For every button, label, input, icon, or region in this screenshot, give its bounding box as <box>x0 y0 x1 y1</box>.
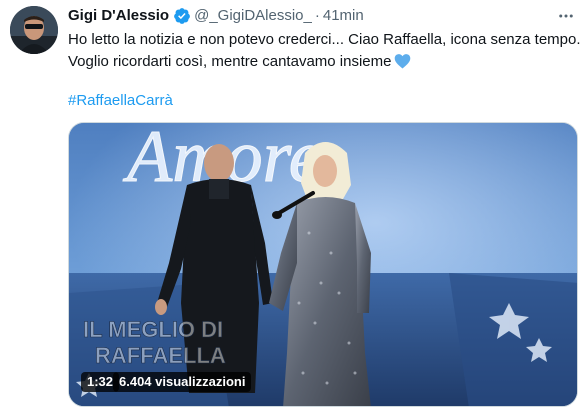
overlay-caption-1: IL MEGLIO DI <box>83 317 223 342</box>
tweet-text-line-2: Voglio ricordarti così, mentre cantavamo… <box>68 51 578 73</box>
separator-dot: · <box>314 7 320 24</box>
author-handle[interactable]: @_GigiDAlessio_ <box>194 6 312 26</box>
overlay-caption-2: RAFFAELLA <box>95 343 226 368</box>
video-views-badge: 6.404 visualizzazioni <box>113 372 252 392</box>
verified-badge-icon <box>174 8 190 24</box>
tweet-text-line-2-text: Voglio ricordarti così, mentre cantavamo… <box>68 53 392 70</box>
avatar[interactable] <box>10 6 58 54</box>
video-player[interactable]: Amore <box>68 122 578 407</box>
hashtag-link[interactable]: #RaffaellaCarrà <box>68 91 173 111</box>
tweet-text-line-1: Ho letto la notizia e non potevo crederc… <box>68 31 581 48</box>
avatar-image <box>10 6 58 54</box>
tweet: Gigi D'Alessio @_GigiDAlessio_ · 41min H… <box>0 0 588 415</box>
tweet-text: Ho letto la notizia e non potevo crederc… <box>68 29 581 73</box>
more-button[interactable] <box>556 6 576 26</box>
display-name[interactable]: Gigi D'Alessio <box>68 6 169 26</box>
blue-heart-icon <box>395 54 411 69</box>
tweet-header: Gigi D'Alessio @_GigiDAlessio_ · 41min <box>68 6 548 26</box>
timestamp[interactable]: 41min <box>323 6 364 26</box>
more-horizontal-icon <box>559 14 573 18</box>
video-frame: Amore <box>69 123 577 406</box>
